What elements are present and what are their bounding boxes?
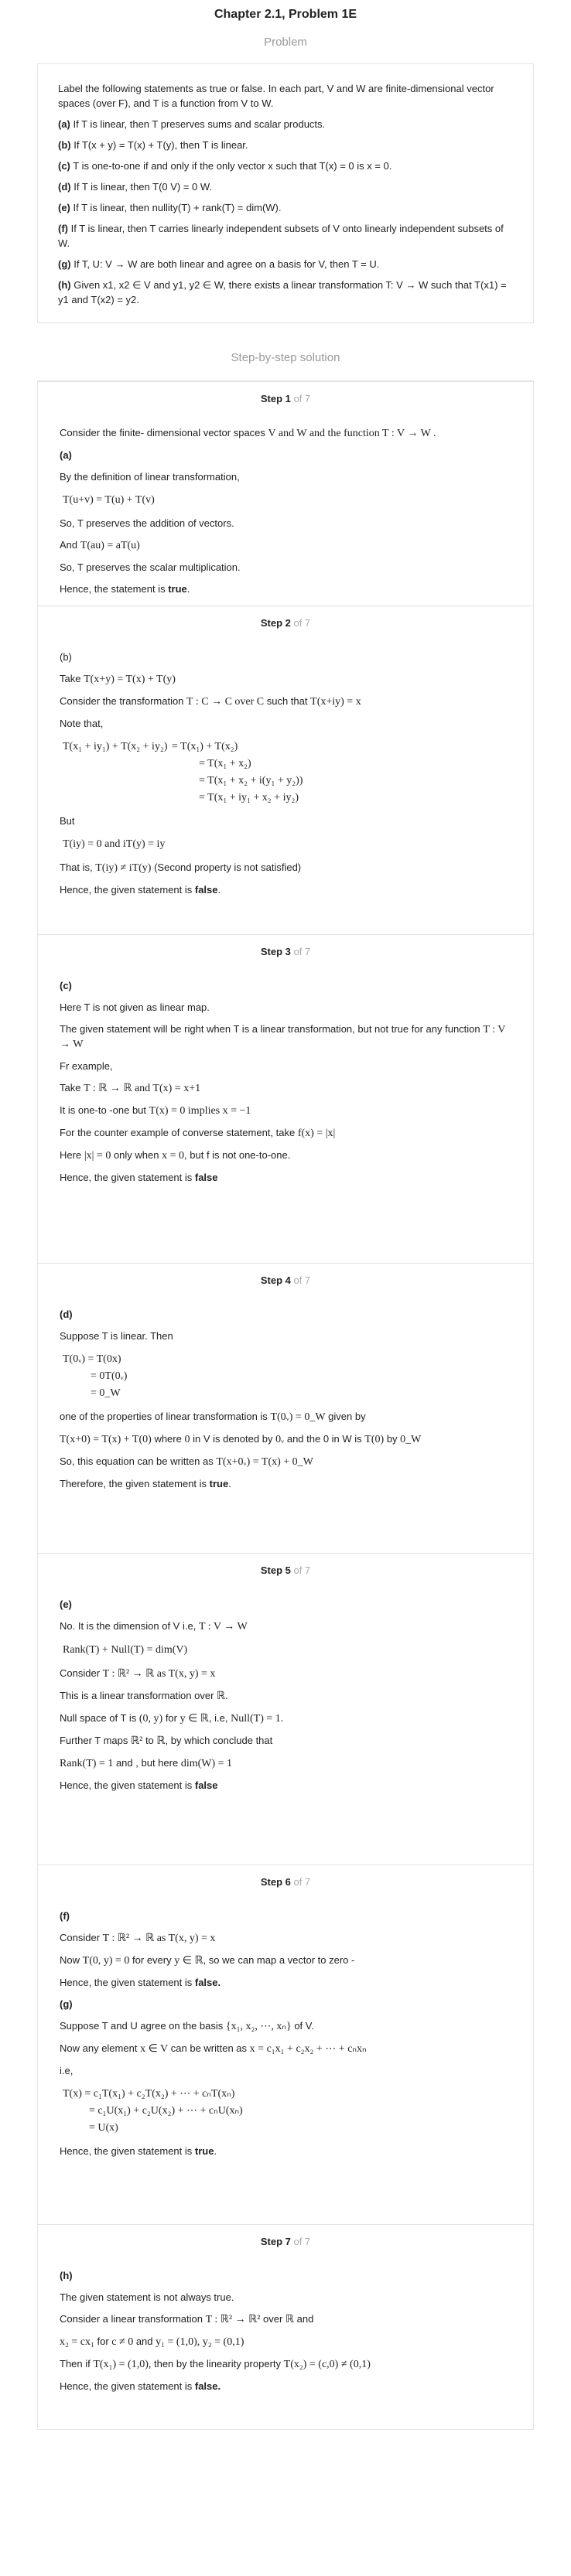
problem-heading: Problem bbox=[264, 36, 307, 49]
step-title: Step 6 of 7 bbox=[260, 1876, 311, 1888]
problem-part-f: (f) If T is linear, then T carries linea… bbox=[58, 223, 504, 249]
step-5: Step 5 of 7 (e) No. It is the dimension … bbox=[38, 1554, 533, 1865]
step-title: Step 2 of 7 bbox=[260, 617, 311, 629]
step-title: Step 3 of 7 bbox=[260, 946, 311, 957]
solution-heading: Step-by-step solution bbox=[231, 351, 340, 364]
problem-part-e: (e) If T is linear, then nullity(T) + ra… bbox=[58, 202, 282, 213]
step-3: Step 3 of 7 (c) Here T is not given as l… bbox=[38, 935, 533, 1264]
step-7: Step 7 of 7 (h) The given statement is n… bbox=[38, 2225, 533, 2429]
step-4: Step 4 of 7 (d) Suppose T is linear. The… bbox=[38, 1264, 533, 1554]
problem-intro: Label the following statements as true o… bbox=[58, 83, 494, 109]
step-title: Step 1 of 7 bbox=[260, 393, 311, 404]
step-1: Step 1 of 7 Consider the finite- dimensi… bbox=[38, 381, 533, 606]
step-6: Step 6 of 7 (f) Consider T : ℝ² → ℝ as T… bbox=[38, 1865, 533, 2225]
problem-part-h: (h) Given x1, x2 ∈ V and y1, y2 ∈ W, the… bbox=[58, 279, 507, 305]
step-title: Step 5 of 7 bbox=[260, 1564, 311, 1576]
step-2: Step 2 of 7 (b) Take T(x+y) = T(x) + T(y… bbox=[38, 606, 533, 935]
page-title: Chapter 2.1, Problem 1E bbox=[214, 8, 357, 21]
solution-steps: Step 1 of 7 Consider the finite- dimensi… bbox=[37, 380, 534, 2430]
problem-card: Label the following statements as true o… bbox=[37, 63, 534, 323]
problem-part-g: (g) If T, U: V → W are both linear and a… bbox=[58, 258, 380, 270]
step-title: Step 7 of 7 bbox=[260, 2236, 311, 2247]
step-title: Step 4 of 7 bbox=[260, 1274, 311, 1286]
problem-part-c: (c) T is one-to-one if and only if the o… bbox=[58, 160, 392, 172]
problem-part-b: (b) If T(x + y) = T(x) + T(y), then T is… bbox=[58, 139, 248, 151]
problem-part-a: (a) If T is linear, then T preserves sum… bbox=[58, 118, 326, 130]
problem-part-d: (d) If T is linear, then T(0 V) = 0 W. bbox=[58, 181, 213, 193]
